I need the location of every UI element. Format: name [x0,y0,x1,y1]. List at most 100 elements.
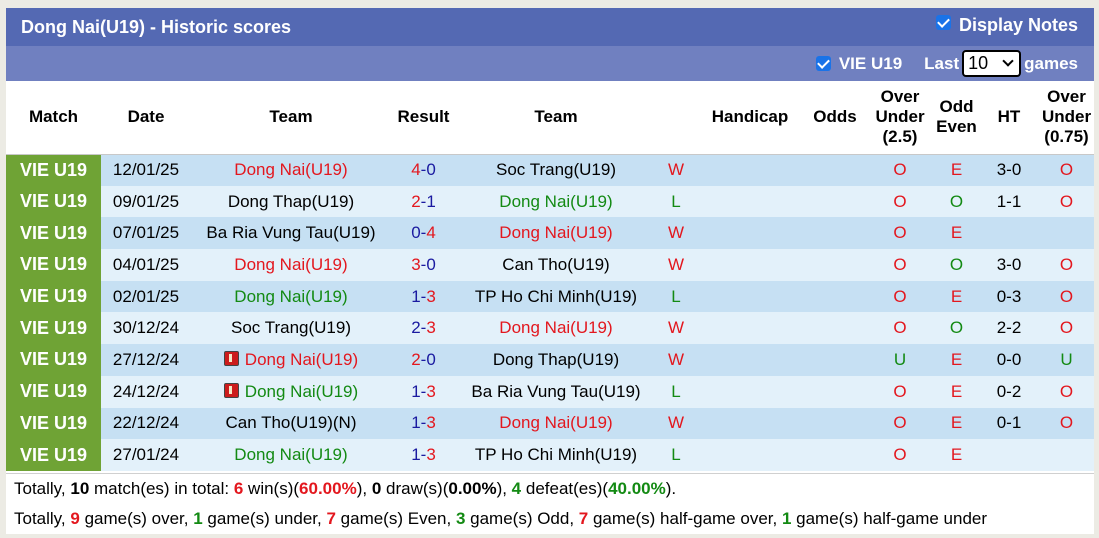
away-team-cell[interactable]: Ba Ria Vung Tau(U19) [456,375,656,408]
away-team-name[interactable]: Soc Trang(U19) [496,160,616,179]
away-team-cell[interactable]: Dong Nai(U19) [456,217,656,250]
home-team-cell[interactable]: Dong Nai(U19) [191,344,391,376]
table-header-row: Match Date Team Result Team Handicap Odd… [6,81,1094,155]
home-team-cell[interactable]: Ba Ria Vung Tau(U19) [191,217,391,250]
home-team-cell[interactable]: Soc Trang(U19) [191,312,391,345]
result-cell[interactable]: 4-0 [391,154,456,186]
ht-cell [979,439,1039,471]
display-notes-toggle[interactable]: Display Notes [935,15,1078,36]
table-row: VIE U19 24/12/24 Dong Nai(U19) 1-3 Ba Ria Vu… [6,375,1094,408]
away-team-cell[interactable]: TP Ho Chi Minh(U19) [456,439,656,471]
away-team-name[interactable]: Dong Nai(U19) [499,318,612,337]
away-team-name[interactable]: Can Tho(U19) [502,255,609,274]
away-team-cell[interactable]: Soc Trang(U19) [456,154,656,186]
games-count-select[interactable]: 10 [962,50,1022,77]
result-cell[interactable]: 1-3 [391,439,456,471]
over-under-0-75-cell: O [1039,407,1094,440]
home-team-name[interactable]: Dong Nai(U19) [234,445,347,464]
result-cell[interactable]: 1-3 [391,375,456,408]
away-team-name[interactable]: Dong Nai(U19) [499,192,612,211]
col-over-under-0-75: Over Under (0.75) [1039,81,1094,155]
away-team-name[interactable]: Dong Nai(U19) [499,413,612,432]
games-count-value: 10 [968,53,989,73]
home-team-name[interactable]: Soc Trang(U19) [231,318,351,337]
away-team-name[interactable]: Dong Nai(U19) [499,223,612,242]
summary-segment: game(s) Even, [335,509,456,528]
home-team-cell[interactable]: Dong Nai(U19) [191,154,391,186]
col-result: Result [391,81,456,155]
home-team-cell[interactable]: Can Tho(U19)(N) [191,407,391,440]
col-away-team: Team [456,81,656,155]
ht-cell: 0-0 [979,344,1039,376]
league-cell[interactable]: VIE U19 [6,154,101,186]
over-under-0-75-cell: O [1039,154,1094,186]
home-team-name[interactable]: Dong Nai(U19) [234,160,347,179]
odd-even-cell: E [934,439,979,471]
over-under-2-5-cell: O [866,154,934,186]
result-cell[interactable]: 1-3 [391,407,456,440]
away-score: 3 [426,445,436,465]
league-cell[interactable]: VIE U19 [6,249,101,281]
summary-segment: 0 [371,479,382,498]
summary-segment: Totally, [14,479,71,498]
display-notes-checkbox[interactable] [935,15,951,30]
result-cell[interactable]: 2-0 [391,344,456,376]
away-team-name[interactable]: TP Ho Chi Minh(U19) [475,287,637,306]
away-team-cell[interactable]: Dong Thap(U19) [456,344,656,376]
handicap-cell [696,344,804,376]
league-cell[interactable]: VIE U19 [6,407,101,440]
over-under-0-75-cell [1039,439,1094,471]
league-cell[interactable]: VIE U19 [6,217,101,250]
league-filter-checkbox[interactable] [815,56,831,71]
away-team-cell[interactable]: Can Tho(U19) [456,249,656,281]
odd-even-cell: E [934,344,979,376]
home-team-cell[interactable]: Dong Nai(U19) [191,375,391,408]
handicap-cell [696,185,804,218]
away-team-name[interactable]: Dong Thap(U19) [493,350,619,369]
table-row: VIE U19 30/12/24 Soc Trang(U19) 2-3 Dong Nai… [6,312,1094,345]
away-team-cell[interactable]: TP Ho Chi Minh(U19) [456,280,656,313]
title-bar: Dong Nai(U19) - Historic scores Display … [6,8,1094,46]
league-cell[interactable]: VIE U19 [6,280,101,313]
result-cell[interactable]: 0-4 [391,217,456,250]
league-cell[interactable]: VIE U19 [6,439,101,471]
away-team-name[interactable]: Ba Ria Vung Tau(U19) [471,382,640,401]
over-under-0-75-cell: O [1039,375,1094,408]
result-cell[interactable]: 3-0 [391,249,456,281]
result-cell[interactable]: 2-3 [391,312,456,345]
odd-even-cell: E [934,280,979,313]
handicap-cell [696,312,804,345]
home-team-cell[interactable]: Dong Nai(U19) [191,439,391,471]
home-team-cell[interactable]: Dong Nai(U19) [191,280,391,313]
col-home-team: Team [191,81,391,155]
odds-cell [804,154,866,186]
home-score: 1 [411,286,421,306]
away-team-cell[interactable]: Dong Nai(U19) [456,407,656,440]
result-cell[interactable]: 2-1 [391,185,456,218]
summary-segment: Totally, [14,509,71,528]
home-team-name[interactable]: Dong Nai(U19) [234,255,347,274]
handicap-cell [696,375,804,408]
date-cell: 30/12/24 [101,312,191,345]
league-cell[interactable]: VIE U19 [6,375,101,408]
home-team-name[interactable]: Dong Nai(U19) [245,382,358,401]
odd-even-cell: O [934,249,979,281]
league-cell[interactable]: VIE U19 [6,344,101,376]
home-team-cell[interactable]: Dong Thap(U19) [191,185,391,218]
summary-segment: defeat(es)( [521,479,609,498]
home-team-name[interactable]: Dong Nai(U19) [234,287,347,306]
home-team-name[interactable]: Ba Ria Vung Tau(U19) [206,223,375,242]
league-cell[interactable]: VIE U19 [6,185,101,218]
away-team-cell[interactable]: Dong Nai(U19) [456,312,656,345]
home-team-cell[interactable]: Dong Nai(U19) [191,249,391,281]
league-cell[interactable]: VIE U19 [6,312,101,345]
home-score: 2 [411,191,421,211]
away-team-name[interactable]: TP Ho Chi Minh(U19) [475,445,637,464]
display-notes-label: Display Notes [958,15,1078,35]
away-team-cell[interactable]: Dong Nai(U19) [456,185,656,218]
home-score: 1 [411,445,421,465]
home-team-name[interactable]: Can Tho(U19)(N) [225,413,356,432]
home-team-name[interactable]: Dong Nai(U19) [245,350,358,369]
home-team-name[interactable]: Dong Thap(U19) [228,192,354,211]
result-cell[interactable]: 1-3 [391,280,456,313]
